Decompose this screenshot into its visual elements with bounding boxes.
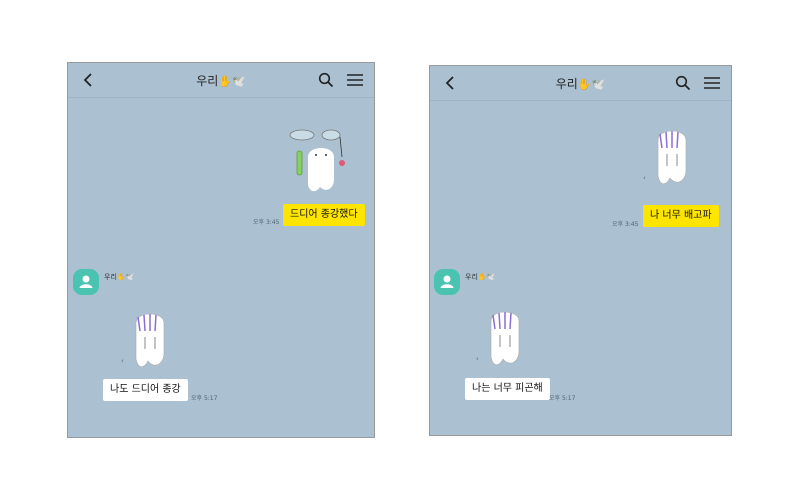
sent-message-bubble[interactable]: 드디어 종강했다 (283, 204, 365, 226)
chat-header: 우리✋🕊️ (68, 63, 374, 98)
avatar[interactable] (434, 269, 460, 295)
sender-emojis: ✋🕊️ (116, 273, 135, 281)
sender-name-text: 우리 (104, 273, 117, 281)
sender-name: 우리✋🕊️ (465, 272, 495, 282)
sent-message-bubble[interactable]: 나 너무 배고파 (643, 205, 719, 227)
ghost-sticker: ‹ (121, 313, 165, 368)
chat-title-emojis: ✋🕊️ (577, 78, 606, 91)
ghost-sticker: ‹ (643, 130, 687, 185)
chat-window-right: 우리✋🕊️ ‹ 오후 3:45 나 너무 배고파 우리✋🕊️ ‹ 나는 너무 피… (429, 65, 732, 436)
chat-window-left: 우리✋🕊️ 오후 3:45 드디어 종강했다 우리✋🕊️ ‹ 나도 드디어 종강… (67, 62, 375, 438)
chat-title-text: 우리 (555, 77, 578, 91)
avatar-person-icon (79, 275, 93, 288)
chat-title-text: 우리 (196, 74, 219, 88)
ghost-bubble-sticker (289, 129, 345, 192)
received-time: 오후 5:17 (191, 395, 218, 402)
sender-name: 우리✋🕊️ (104, 272, 134, 282)
ghost-sticker: ‹ (476, 311, 520, 366)
svg-text:‹: ‹ (121, 357, 124, 365)
sent-time: 오후 3:45 (612, 221, 639, 228)
svg-text:‹: ‹ (476, 355, 479, 363)
avatar[interactable] (73, 269, 99, 295)
svg-text:‹: ‹ (643, 174, 646, 182)
sender-name-text: 우리 (465, 273, 478, 281)
avatar-person-icon (440, 275, 454, 288)
search-icon[interactable] (675, 75, 691, 91)
received-time: 오후 5:17 (549, 395, 576, 402)
chat-header: 우리✋🕊️ (430, 66, 731, 101)
received-message-bubble[interactable]: 나는 너무 피곤해 (465, 378, 550, 400)
menu-icon[interactable] (346, 72, 364, 88)
received-message-bubble[interactable]: 나도 드디어 종강 (103, 379, 188, 401)
chat-title-emojis: ✋🕊️ (218, 75, 246, 88)
sender-emojis: ✋🕊️ (477, 273, 496, 281)
sent-time: 오후 3:45 (253, 219, 280, 226)
search-icon[interactable] (318, 72, 334, 88)
menu-icon[interactable] (703, 75, 721, 91)
